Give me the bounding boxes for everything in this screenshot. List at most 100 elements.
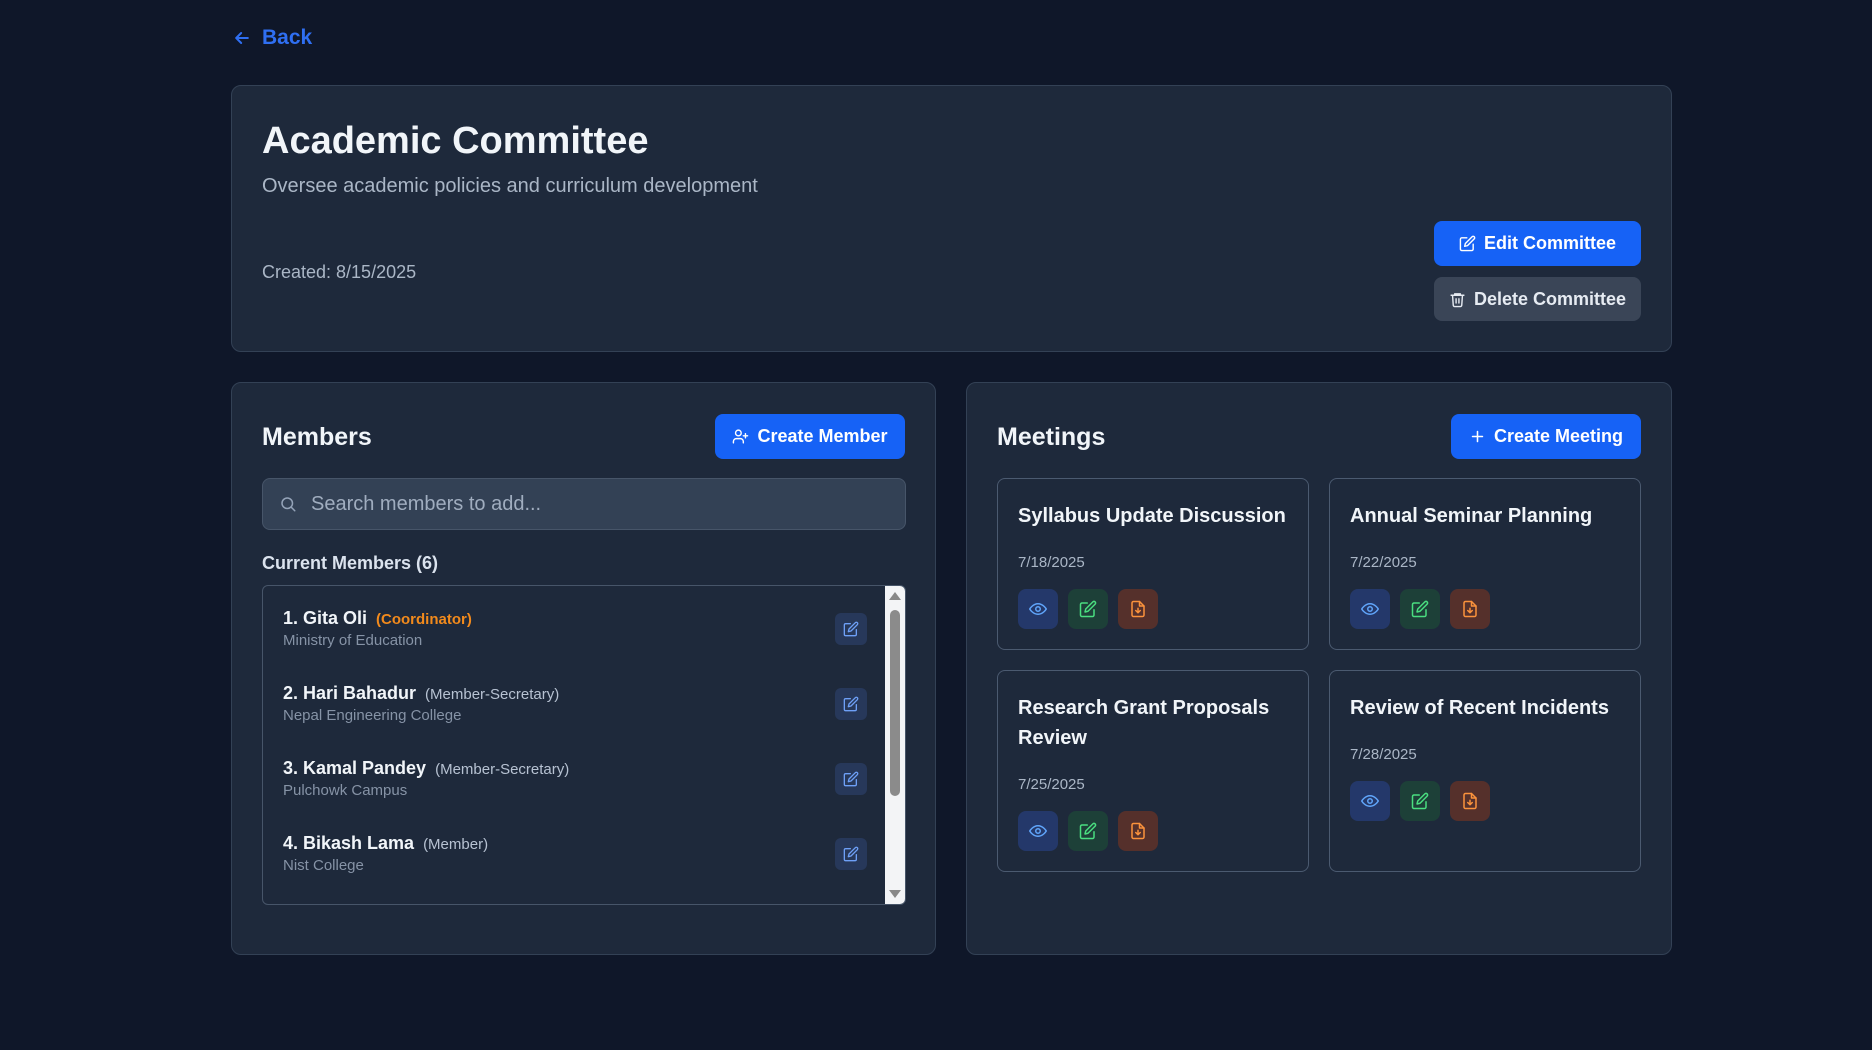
eye-icon	[1029, 825, 1047, 837]
list-item: 2. Hari Bahadur (Member-Secretary) Nepal…	[263, 661, 885, 736]
meeting-date: 7/18/2025	[1018, 554, 1085, 571]
eye-icon	[1361, 603, 1379, 615]
meeting-actions	[1350, 781, 1490, 821]
meeting-title: Annual Seminar Planning	[1350, 505, 1593, 527]
file-download-icon	[1463, 600, 1477, 618]
meeting-title: Research Grant Proposals Review	[1018, 697, 1270, 749]
delete-committee-label: Delete Committee	[1473, 288, 1627, 309]
pencil-square-icon	[843, 771, 859, 787]
file-download-icon	[1131, 600, 1145, 618]
members-title: Members	[262, 423, 372, 451]
edit-member-button[interactable]	[835, 838, 867, 870]
pencil-square-icon	[1411, 792, 1429, 810]
pencil-square-icon	[1079, 600, 1097, 618]
create-member-label: Create Member	[757, 426, 888, 446]
edit-member-button[interactable]	[835, 763, 867, 795]
pencil-square-icon	[1459, 235, 1476, 252]
download-minutes-button[interactable]	[1450, 781, 1490, 821]
meeting-date: 7/25/2025	[1018, 776, 1085, 793]
member-role: (Coordinator)	[376, 611, 472, 628]
meeting-date: 7/22/2025	[1350, 554, 1417, 571]
meeting-actions	[1018, 589, 1158, 629]
download-minutes-button[interactable]	[1118, 589, 1158, 629]
download-minutes-button[interactable]	[1118, 811, 1158, 851]
member-name-line: 4. Bikash Lama (Member)	[283, 833, 488, 854]
edit-meeting-button[interactable]	[1068, 589, 1108, 629]
scroll-down-arrow-icon[interactable]	[889, 890, 901, 898]
member-name: 2. Hari Bahadur	[283, 683, 417, 703]
edit-committee-label: Edit Committee	[1483, 233, 1616, 253]
view-meeting-button[interactable]	[1018, 589, 1058, 629]
eye-icon	[1029, 603, 1047, 615]
member-role: (Member-Secretary)	[425, 686, 560, 703]
meeting-card: Review of Recent Incidents 7/28/2025	[1329, 670, 1641, 872]
member-name-line: 1. Gita Oli (Coordinator)	[283, 608, 472, 629]
edit-committee-button[interactable]: Edit Committee	[1434, 221, 1641, 266]
back-link[interactable]: Back	[232, 26, 312, 50]
pencil-square-icon	[1411, 600, 1429, 618]
meeting-card: Syllabus Update Discussion 7/18/2025	[997, 478, 1309, 650]
pencil-square-icon	[843, 696, 859, 712]
list-item: 1. Gita Oli (Coordinator) Ministry of Ed…	[263, 586, 885, 661]
edit-meeting-button[interactable]	[1400, 781, 1440, 821]
edit-meeting-button[interactable]	[1068, 811, 1108, 851]
view-meeting-button[interactable]	[1350, 589, 1390, 629]
meeting-card: Research Grant Proposals Review 7/25/202…	[997, 670, 1309, 872]
arrow-left-icon	[235, 32, 249, 44]
scroll-up-arrow-icon[interactable]	[889, 592, 901, 600]
list-item: 4. Bikash Lama (Member) Nist College	[263, 811, 885, 886]
plus-icon	[1471, 430, 1484, 443]
file-download-icon	[1463, 792, 1477, 810]
pencil-square-icon	[843, 846, 859, 862]
member-list: 1. Gita Oli (Coordinator) Ministry of Ed…	[262, 585, 906, 905]
pencil-square-icon	[1079, 822, 1097, 840]
members-card: Members Create Member Current Members (6…	[231, 382, 936, 955]
create-member-button[interactable]: Create Member	[715, 414, 905, 459]
meeting-title: Syllabus Update Discussion	[1018, 505, 1286, 527]
pencil-square-icon	[843, 621, 859, 637]
member-role: (Member)	[423, 836, 489, 853]
delete-committee-button[interactable]: Delete Committee	[1434, 277, 1641, 321]
member-organization: Nist College	[283, 857, 364, 874]
member-name-line: 3. Kamal Pandey (Member-Secretary)	[283, 758, 569, 779]
committee-header-card: Academic Committee Oversee academic poli…	[231, 85, 1672, 352]
member-organization: Pulchowk Campus	[283, 782, 408, 799]
edit-meeting-button[interactable]	[1400, 589, 1440, 629]
view-meeting-button[interactable]	[1350, 781, 1390, 821]
search-icon	[281, 497, 296, 512]
meeting-card: Annual Seminar Planning 7/22/2025	[1329, 478, 1641, 650]
meeting-title: Review of Recent Incidents	[1350, 697, 1609, 719]
committee-title: Academic Committee	[262, 120, 649, 162]
committee-description: Oversee academic policies and curriculum…	[262, 175, 758, 197]
meetings-title: Meetings	[997, 423, 1106, 451]
meeting-date: 7/28/2025	[1350, 746, 1417, 763]
committee-created-date: Created: 8/15/2025	[262, 262, 417, 282]
member-role: (Member-Secretary)	[435, 761, 570, 778]
meetings-card: Meetings Create Meeting Syllabus Update …	[966, 382, 1672, 955]
member-name-line: 2. Hari Bahadur (Member-Secretary)	[283, 683, 559, 704]
member-name: 3. Kamal Pandey	[283, 758, 427, 778]
file-download-icon	[1131, 822, 1145, 840]
user-plus-icon	[733, 429, 749, 444]
edit-member-button[interactable]	[835, 688, 867, 720]
meeting-actions	[1018, 811, 1158, 851]
create-meeting-button[interactable]: Create Meeting	[1451, 414, 1641, 459]
back-label: Back	[262, 26, 313, 49]
create-meeting-label: Create Meeting	[1493, 426, 1624, 446]
member-organization: Nepal Engineering College	[283, 707, 462, 724]
member-search-input[interactable]	[311, 492, 905, 516]
meeting-actions	[1350, 589, 1490, 629]
committee-detail-page: Back Academic Committee Oversee academic…	[0, 0, 1872, 1050]
member-list-scrollbar[interactable]	[885, 586, 905, 904]
eye-icon	[1361, 795, 1379, 807]
scroll-thumb[interactable]	[890, 610, 900, 796]
view-meeting-button[interactable]	[1018, 811, 1058, 851]
list-item: 3. Kamal Pandey (Member-Secretary) Pulch…	[263, 736, 885, 811]
edit-member-button[interactable]	[835, 613, 867, 645]
member-organization: Ministry of Education	[283, 632, 423, 649]
trash-icon	[1450, 292, 1465, 307]
download-minutes-button[interactable]	[1450, 589, 1490, 629]
current-members-label: Current Members (6)	[262, 553, 439, 573]
member-name: 1. Gita Oli	[283, 608, 368, 628]
member-name: 4. Bikash Lama	[283, 833, 415, 853]
